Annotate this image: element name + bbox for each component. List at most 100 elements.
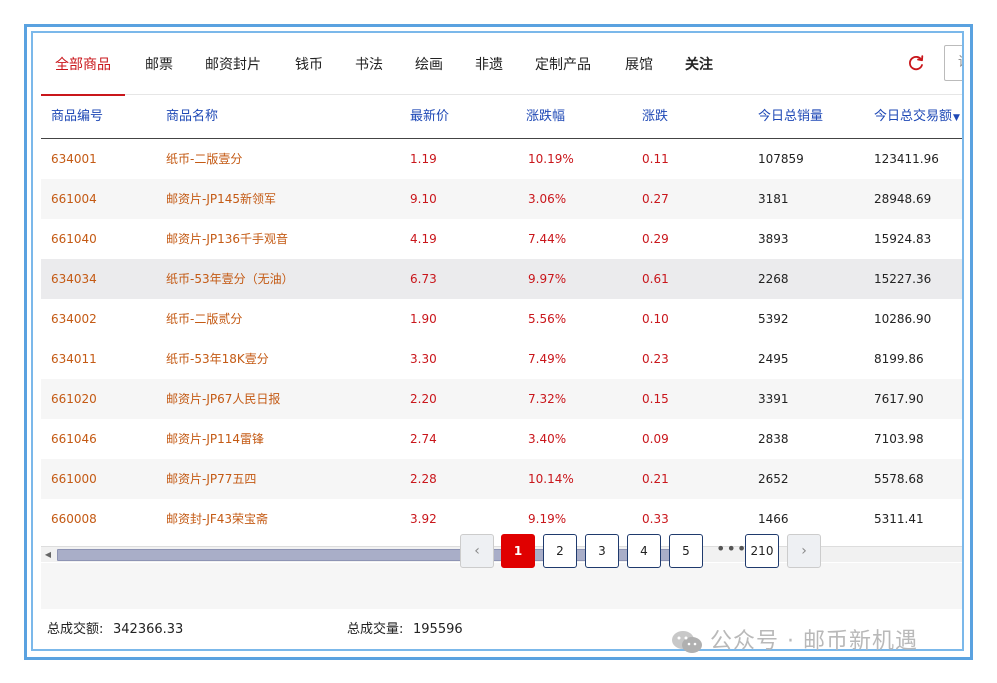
cell-code: 634002 <box>51 312 97 326</box>
cell-volume: 1466 <box>758 512 789 526</box>
table-row[interactable]: 661046 邮资片-JP114雷锋 2.74 3.40% 0.09 2838 … <box>41 419 962 459</box>
table-row[interactable]: 661000 邮资片-JP77五四 2.28 10.14% 0.21 2652 … <box>41 459 962 499</box>
header-amount-label: 今日总交易额 <box>874 109 953 124</box>
next-page-button[interactable]: › <box>787 534 821 568</box>
cell-amount: 5578.68 <box>874 472 924 486</box>
cell-change: 0.15 <box>642 392 669 406</box>
cell-change: 0.27 <box>642 192 669 206</box>
market-panel: 全部商品 邮票 邮资封片 钱币 书法 绘画 非遗 定制产品 展馆 关注 请 商品… <box>31 31 964 651</box>
cell-price: 3.30 <box>410 352 437 366</box>
search-input[interactable]: 请 <box>944 45 962 81</box>
cell-volume: 2495 <box>758 352 789 366</box>
cell-change: 0.09 <box>642 432 669 446</box>
page-3-button[interactable]: 3 <box>585 534 619 568</box>
cell-volume: 3391 <box>758 392 789 406</box>
page-last-button[interactable]: 210 <box>745 534 779 568</box>
cell-price: 1.90 <box>410 312 437 326</box>
cell-amount: 10286.90 <box>874 312 932 326</box>
cell-volume: 3181 <box>758 192 789 206</box>
cell-amount: 7617.90 <box>874 392 924 406</box>
page-5-button[interactable]: 5 <box>669 534 703 568</box>
header-volume[interactable]: 今日总销量 <box>758 97 823 139</box>
refresh-icon[interactable] <box>906 53 926 73</box>
cell-volume: 2268 <box>758 272 789 286</box>
cell-name[interactable]: 邮资片-JP145新领军 <box>166 179 276 219</box>
cell-change: 0.23 <box>642 352 669 366</box>
table-row[interactable]: 661004 邮资片-JP145新领军 9.10 3.06% 0.27 3181… <box>41 179 962 219</box>
cell-amount: 8199.86 <box>874 352 924 366</box>
page-2-button[interactable]: 2 <box>543 534 577 568</box>
cell-change: 0.10 <box>642 312 669 326</box>
cell-name[interactable]: 纸币-53年18K壹分 <box>166 339 269 379</box>
tab-stamps[interactable]: 邮票 <box>145 33 173 95</box>
table-row[interactable]: 634002 纸币-二版贰分 1.90 5.56% 0.10 5392 1028… <box>41 299 962 339</box>
table-row[interactable]: 661020 邮资片-JP67人民日报 2.20 7.32% 0.15 3391… <box>41 379 962 419</box>
total-volume-value: 195596 <box>413 622 463 637</box>
table-row[interactable]: 660008 邮资封-JF43荣宝斋 3.92 9.19% 0.33 1466 … <box>41 499 962 539</box>
cell-price: 2.20 <box>410 392 437 406</box>
cell-name[interactable]: 邮资片-JP136千手观音 <box>166 219 288 259</box>
header-change-pct[interactable]: 涨跌幅 <box>526 97 565 139</box>
header-name[interactable]: 商品名称 <box>166 97 218 139</box>
sort-down-icon[interactable]: ▼ <box>953 113 960 123</box>
tab-exhibition[interactable]: 展馆 <box>625 33 653 95</box>
table-row[interactable]: 634011 纸币-53年18K壹分 3.30 7.49% 0.23 2495 … <box>41 339 962 379</box>
tab-postal-stationery[interactable]: 邮资封片 <box>205 33 261 95</box>
cell-name[interactable]: 邮资封-JF43荣宝斋 <box>166 499 268 539</box>
cell-change-pct: 10.14% <box>528 472 574 486</box>
cell-amount: 5311.41 <box>874 512 924 526</box>
cell-price: 9.10 <box>410 192 437 206</box>
tab-calligraphy[interactable]: 书法 <box>355 33 383 95</box>
cell-change-pct: 5.56% <box>528 312 567 326</box>
cell-volume: 5392 <box>758 312 789 326</box>
page-1-button[interactable]: 1 <box>501 534 535 568</box>
tab-all-products[interactable]: 全部商品 <box>41 33 125 96</box>
cell-change-pct: 9.19% <box>528 512 567 526</box>
table-header: 商品编号 商品名称 最新价 涨跌幅 涨跌 今日总销量 今日总交易额▼ <box>41 97 962 139</box>
header-code[interactable]: 商品编号 <box>51 97 103 139</box>
table-row[interactable]: 634034 纸币-53年壹分（无油） 6.73 9.97% 0.61 2268… <box>41 259 962 299</box>
tab-painting[interactable]: 绘画 <box>415 33 443 95</box>
page-4-button[interactable]: 4 <box>627 534 661 568</box>
scroll-left-arrow-icon[interactable]: ◀ <box>41 547 55 562</box>
table-row[interactable]: 634001 纸币-二版壹分 1.19 10.19% 0.11 107859 1… <box>41 139 962 179</box>
cell-price: 6.73 <box>410 272 437 286</box>
cell-code: 634001 <box>51 152 97 166</box>
category-tabs: 全部商品 邮票 邮资封片 钱币 书法 绘画 非遗 定制产品 展馆 关注 请 <box>41 33 962 96</box>
tab-custom-products[interactable]: 定制产品 <box>535 33 591 95</box>
cell-change: 0.29 <box>642 232 669 246</box>
header-amount[interactable]: 今日总交易额▼ <box>874 97 960 139</box>
cell-code: 661000 <box>51 472 97 486</box>
cell-code: 661004 <box>51 192 97 206</box>
cell-change: 0.33 <box>642 512 669 526</box>
cell-amount: 28948.69 <box>874 192 932 206</box>
cell-name[interactable]: 纸币-二版壹分 <box>166 139 242 179</box>
tab-coins[interactable]: 钱币 <box>295 33 323 95</box>
cell-code: 661020 <box>51 392 97 406</box>
cell-amount: 7103.98 <box>874 432 924 446</box>
cell-price: 1.19 <box>410 152 437 166</box>
cell-name[interactable]: 纸币-53年壹分（无油） <box>166 259 294 299</box>
cell-volume: 3893 <box>758 232 789 246</box>
cell-name[interactable]: 纸币-二版贰分 <box>166 299 242 339</box>
cell-code: 634011 <box>51 352 97 366</box>
cell-volume: 107859 <box>758 152 804 166</box>
total-amount-value: 342366.33 <box>113 622 184 637</box>
cell-change-pct: 7.49% <box>528 352 567 366</box>
cell-name[interactable]: 邮资片-JP77五四 <box>166 459 256 499</box>
tab-intangible-heritage[interactable]: 非遗 <box>475 33 503 95</box>
cell-code: 634034 <box>51 272 97 286</box>
cell-name[interactable]: 邮资片-JP114雷锋 <box>166 419 264 459</box>
header-change[interactable]: 涨跌 <box>642 97 668 139</box>
cell-volume: 2652 <box>758 472 789 486</box>
cell-price: 2.74 <box>410 432 437 446</box>
tab-watchlist[interactable]: 关注 <box>685 33 713 95</box>
watermark-text: 公众号 · 邮币新机遇 <box>710 629 918 654</box>
header-price[interactable]: 最新价 <box>410 97 449 139</box>
table-row[interactable]: 661040 邮资片-JP136千手观音 4.19 7.44% 0.29 389… <box>41 219 962 259</box>
cell-change-pct: 10.19% <box>528 152 574 166</box>
cell-name[interactable]: 邮资片-JP67人民日报 <box>166 379 280 419</box>
cell-change-pct: 7.44% <box>528 232 567 246</box>
prev-page-button[interactable]: ‹ <box>460 534 494 568</box>
total-amount-label: 总成交额: <box>47 622 104 637</box>
